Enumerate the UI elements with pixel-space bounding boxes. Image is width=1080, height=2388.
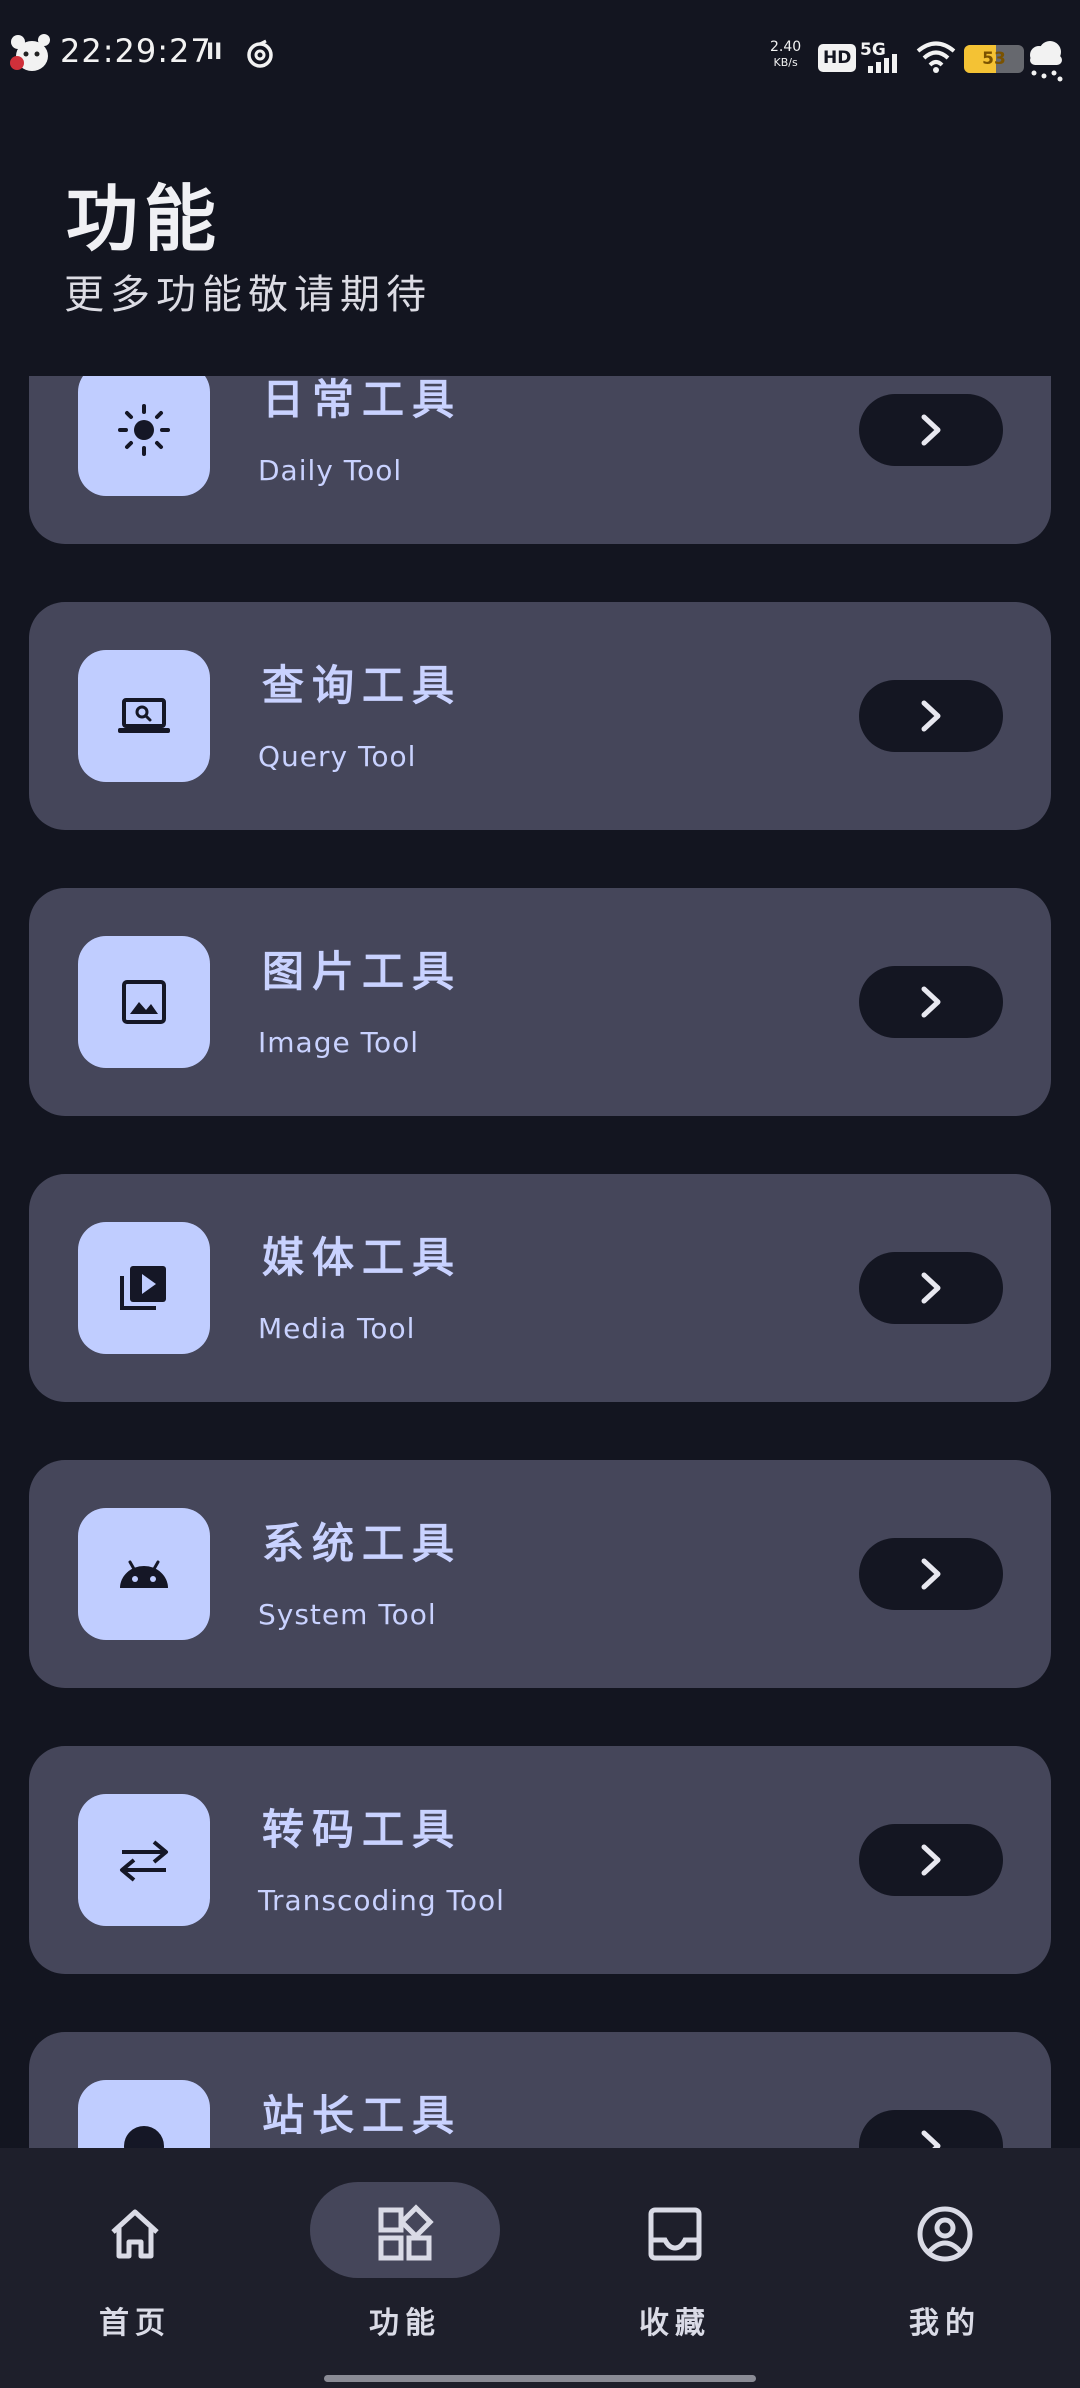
globe-icon: [124, 2126, 164, 2148]
home-icon: [111, 2209, 159, 2259]
weather-snow-icon: [1030, 41, 1063, 82]
laptop-search-icon: [118, 698, 170, 733]
sync-icon: [247, 39, 273, 68]
net-speed: 2.40 KB/s: [770, 40, 801, 70]
tool-title: 媒体工具: [262, 1233, 463, 1282]
nav-item-favorites[interactable]: 收藏: [570, 2182, 770, 2352]
app-mascot-icon: [10, 34, 50, 71]
wifi-icon: [916, 41, 956, 73]
open-tool-button[interactable]: [859, 394, 1003, 466]
tool-subtitle: Media Tool: [258, 1312, 416, 1345]
battery-icon: 53: [964, 45, 1024, 73]
nav-label: 我的: [909, 2306, 981, 2341]
tool-icon-tile: [78, 376, 210, 496]
tool-subtitle: Transcoding Tool: [258, 1884, 505, 1917]
tool-list[interactable]: 日常工具 Daily Tool 查询工具 Query Tool 图片工具 Ima…: [0, 376, 1080, 2148]
tool-title: 转码工具: [262, 1805, 463, 1854]
open-tool-button[interactable]: [859, 1252, 1003, 1324]
chevron-right-icon: [921, 1844, 941, 1876]
net-speed-unit: KB/s: [773, 56, 798, 69]
tool-icon-tile: [78, 1794, 210, 1926]
account-icon: [917, 2206, 973, 2262]
tool-card-media[interactable]: 媒体工具 Media Tool: [29, 1174, 1051, 1402]
battery-level: 53: [982, 49, 1006, 69]
chevron-right-icon: [921, 700, 941, 732]
bottom-nav: 首页 功能 收藏 我的: [0, 2148, 1080, 2388]
tool-title: 日常工具: [262, 376, 463, 424]
chevron-right-icon: [921, 986, 941, 1018]
tool-icon-tile: [78, 650, 210, 782]
tool-title: 图片工具: [262, 947, 463, 996]
pause-indicator-icon: II: [206, 40, 223, 65]
page-subtitle: 更多功能敬请期待: [64, 272, 432, 318]
nav-label: 收藏: [639, 2306, 711, 2341]
hd-badge: HD: [818, 44, 857, 72]
tool-card-query[interactable]: 查询工具 Query Tool: [29, 602, 1051, 830]
tool-subtitle: Daily Tool: [258, 454, 403, 487]
tool-title: 系统工具: [262, 1519, 463, 1568]
inbox-icon: [648, 2207, 702, 2261]
nav-item-functions[interactable]: 功能: [300, 2182, 500, 2352]
android-icon: [120, 1560, 168, 1588]
tool-icon-tile: [78, 1508, 210, 1640]
chevron-right-icon: [921, 2130, 941, 2148]
net-speed-value: 2.40: [770, 39, 802, 55]
tool-card-daily[interactable]: 日常工具 Daily Tool: [29, 376, 1051, 544]
open-tool-button[interactable]: [859, 680, 1003, 752]
home-indicator[interactable]: [324, 2375, 756, 2382]
nav-label: 功能: [369, 2306, 441, 2341]
open-tool-button[interactable]: [859, 1538, 1003, 1610]
nav-item-home[interactable]: 首页: [30, 2182, 230, 2352]
swap-arrows-icon: [120, 1840, 168, 1882]
tool-card-transcoding[interactable]: 转码工具 Transcoding Tool: [29, 1746, 1051, 1974]
nav-label: 首页: [99, 2306, 171, 2341]
open-tool-button[interactable]: [859, 1824, 1003, 1896]
tool-icon-tile: [78, 2080, 210, 2148]
signal-icon: 5G: [860, 40, 908, 74]
page-title: 功能: [66, 176, 223, 261]
tool-title: 查询工具: [262, 661, 463, 710]
chevron-right-icon: [921, 414, 941, 446]
tool-subtitle: Image Tool: [258, 1026, 419, 1059]
tool-title: 站长工具: [262, 2091, 463, 2140]
tool-subtitle: Query Tool: [258, 740, 417, 773]
chevron-right-icon: [921, 1272, 941, 1304]
open-tool-button[interactable]: [859, 966, 1003, 1038]
image-icon: [122, 980, 166, 1024]
tool-card-image[interactable]: 图片工具 Image Tool: [29, 888, 1051, 1116]
tool-subtitle: System Tool: [258, 1598, 437, 1631]
open-tool-button[interactable]: [859, 2110, 1003, 2148]
apps-icon: [378, 2204, 434, 2261]
tool-card-system[interactable]: 系统工具 System Tool: [29, 1460, 1051, 1688]
nav-item-profile[interactable]: 我的: [840, 2182, 1040, 2352]
tool-icon-tile: [78, 1222, 210, 1354]
chevron-right-icon: [921, 1558, 941, 1590]
video-library-icon: [120, 1266, 166, 1310]
tool-card-webmaster[interactable]: 站长工具: [29, 2032, 1051, 2148]
status-time: 22:29:27: [60, 32, 212, 70]
tool-icon-tile: [78, 936, 210, 1068]
sun-icon: [118, 404, 170, 456]
status-bar: 22:29:27 II 2.40 KB/s HD 5G 53: [0, 0, 1080, 118]
